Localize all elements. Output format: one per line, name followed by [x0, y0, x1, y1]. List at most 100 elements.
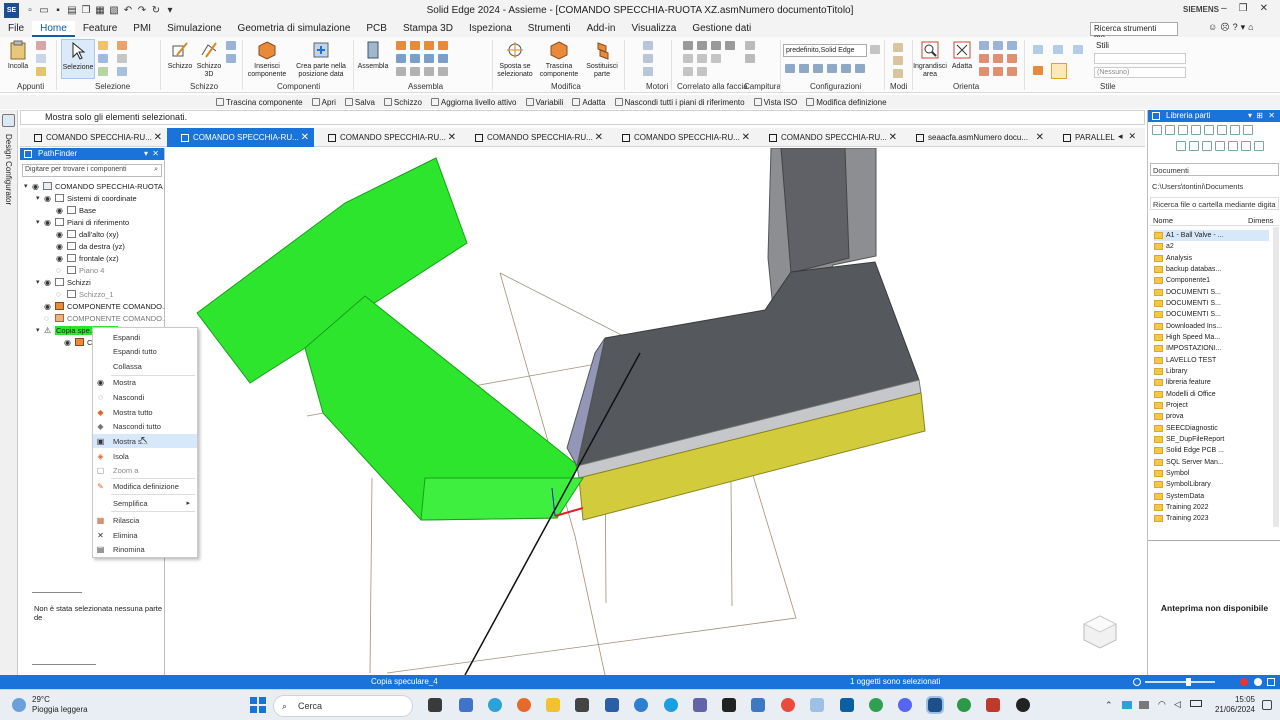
mode-icon[interactable] — [893, 69, 903, 78]
task-view-icon[interactable] — [428, 698, 442, 712]
sketch-tool-icon[interactable] — [226, 54, 236, 63]
library-folder[interactable]: prova — [1154, 411, 1184, 422]
file-explorer-icon[interactable] — [546, 698, 560, 712]
face-relate-icon[interactable] — [711, 41, 721, 50]
restore-icon[interactable]: ❐ — [1239, 3, 1248, 14]
tree-item-plane-front[interactable]: ◉ frontale (xz) — [56, 252, 119, 264]
menu-stampa-3d[interactable]: Stampa 3D — [395, 21, 461, 37]
view-pan-icon[interactable] — [993, 41, 1003, 50]
visibility-eye-icon[interactable]: ◉ — [56, 206, 67, 215]
zoom-icon[interactable] — [1133, 678, 1141, 686]
relation-connect-icon[interactable] — [438, 41, 448, 50]
menu-show-all[interactable]: ◆ Mostra tutto — [93, 405, 197, 419]
face-relate-icon[interactable] — [697, 54, 707, 63]
record-icon[interactable] — [1240, 678, 1248, 686]
library-folder[interactable]: LAVELLO TEST — [1154, 355, 1216, 366]
menu-release[interactable]: ▦ Rilascia — [93, 513, 197, 527]
menu-geometria-simulazione[interactable]: Geometria di simulazione — [230, 21, 359, 37]
collapse-icon[interactable]: ▾ — [36, 194, 44, 202]
close-tab-icon[interactable]: ✕ — [448, 132, 456, 143]
tree-item-component-2[interactable]: ◌ COMPONENTE COMANDO... — [44, 312, 168, 324]
menu-edit-definition[interactable]: ✎ Modifica definizione — [93, 479, 197, 493]
cmd-modifica-definizione[interactable]: Modifica definizione — [806, 98, 887, 107]
view-zoom-icon[interactable] — [979, 41, 989, 50]
close-tab-icon[interactable]: ✕ — [154, 132, 162, 143]
view-orient-icon[interactable] — [979, 67, 989, 76]
collapse-icon[interactable]: ▾ — [36, 278, 44, 286]
library-folder[interactable]: DOCUMENTI S... — [1154, 298, 1221, 309]
3d-model-view[interactable] — [165, 148, 1146, 675]
library-folder[interactable]: backup databas... — [1154, 264, 1221, 275]
visibility-eye-off-icon[interactable]: ◌ — [56, 290, 67, 299]
tree-item-reference-planes[interactable]: ▾ ◉ Piani di riferimento — [36, 216, 129, 228]
drag-component-button[interactable]: Trascina componente — [536, 39, 582, 79]
library-folder[interactable]: Componente1 — [1154, 275, 1210, 286]
close-tab-icon[interactable]: ✕ — [1036, 132, 1044, 143]
relation-gear-icon[interactable] — [438, 54, 448, 63]
library-tool-icon[interactable] — [1230, 125, 1240, 135]
style-select[interactable]: (Nessuno) — [1094, 67, 1186, 78]
tree-item-component-1[interactable]: ◉ COMPONENTE COMANDO... — [44, 300, 168, 312]
tab-document-5[interactable]: COMANDO SPECCHIA-RU... ✕ — [608, 128, 755, 147]
github-icon[interactable] — [1016, 698, 1030, 712]
app-icon[interactable] — [840, 698, 854, 712]
redo-icon[interactable]: ↷ — [136, 5, 148, 17]
relation-parallel-icon[interactable] — [396, 67, 406, 76]
tree-item-coordinate-systems[interactable]: ▾ ◉ Sistemi di coordinate — [36, 192, 137, 204]
panel-menu-icon[interactable]: ▾ — [144, 148, 148, 160]
tree-item-plane-top[interactable]: ◉ dall'alto (xy) — [56, 228, 119, 240]
view-rotate-icon[interactable] — [1007, 41, 1017, 50]
taskbar-clock[interactable]: 15:05 21/06/2024 — [1211, 695, 1255, 715]
face-relate-icon[interactable] — [697, 41, 707, 50]
tree-item-base[interactable]: ◉ Base — [56, 204, 96, 216]
relation-insert-icon[interactable] — [424, 41, 434, 50]
menu-show[interactable]: ◉ Mostra — [93, 375, 197, 389]
panel-close-icon[interactable]: ✕ — [152, 148, 159, 160]
style-select-top[interactable] — [1094, 53, 1186, 64]
collapse-icon[interactable]: ▾ — [36, 218, 44, 226]
search-app-icon[interactable] — [634, 698, 648, 712]
neutral-face-icon[interactable]: ☹ — [1220, 22, 1229, 33]
up-folder-icon[interactable] — [1202, 141, 1212, 151]
hatch-icon[interactable] — [745, 54, 755, 63]
style-visible-icon[interactable] — [1073, 45, 1083, 54]
zoom-slider-handle[interactable] — [1186, 678, 1191, 686]
menu-ispeziona[interactable]: Ispeziona — [461, 21, 520, 37]
cmd-apri[interactable]: Apri — [311, 98, 336, 107]
pin-icon[interactable]: ⌂ — [1248, 22, 1253, 33]
hatch-icon[interactable] — [745, 41, 755, 50]
history-icon[interactable]: ↻ — [150, 5, 162, 17]
select-window-icon[interactable] — [117, 67, 127, 76]
motor-icon[interactable] — [643, 41, 653, 50]
motor-simulate-icon[interactable] — [643, 54, 653, 63]
close-tab-icon[interactable]: ✕ — [742, 132, 750, 143]
library-folder[interactable]: Analysis — [1154, 253, 1192, 264]
visibility-eye-icon[interactable]: ◉ — [56, 254, 67, 263]
configuration-select[interactable]: predefinito,Solid Edge — [783, 44, 867, 57]
library-folder[interactable]: a2 — [1154, 241, 1174, 252]
menu-isolate[interactable]: ◈ Isola — [93, 449, 197, 463]
chrome-icon[interactable] — [781, 698, 795, 712]
paste-button[interactable]: Incolla — [4, 39, 32, 71]
tree-item-mirror-child[interactable]: ◉ C — [64, 336, 92, 348]
undo-icon[interactable]: ↶ — [122, 5, 134, 17]
library-folder[interactable]: Modelli di Office — [1154, 389, 1216, 400]
library-folder[interactable]: DOCUMENTI S... — [1154, 287, 1221, 298]
menu-show-only[interactable]: ▣ Mostra s... ↖ — [93, 434, 197, 448]
menu-gestione-dati[interactable]: Gestione dati — [684, 21, 759, 37]
sketch-tool-icon[interactable] — [226, 41, 236, 50]
format-painter-icon[interactable] — [36, 67, 46, 76]
solid-edge-logo[interactable]: SE — [4, 3, 19, 18]
visibility-eye-icon[interactable]: ◉ — [32, 182, 43, 191]
wifi-icon[interactable]: ◠ — [1158, 699, 1166, 710]
menu-zoom-to[interactable]: ▢ Zoom a — [93, 463, 197, 477]
visibility-eye-icon[interactable]: ◉ — [44, 278, 55, 287]
windows-start-icon[interactable] — [250, 697, 266, 713]
app-icon[interactable] — [810, 698, 824, 712]
visibility-eye-icon[interactable]: ◉ — [44, 302, 55, 311]
search-icon[interactable]: ⌕ — [154, 166, 158, 174]
selection-button[interactable]: Selezione — [61, 39, 95, 79]
battery-icon[interactable] — [1190, 700, 1202, 707]
motor-edit-icon[interactable] — [643, 67, 653, 76]
teams-icon[interactable] — [459, 698, 473, 712]
